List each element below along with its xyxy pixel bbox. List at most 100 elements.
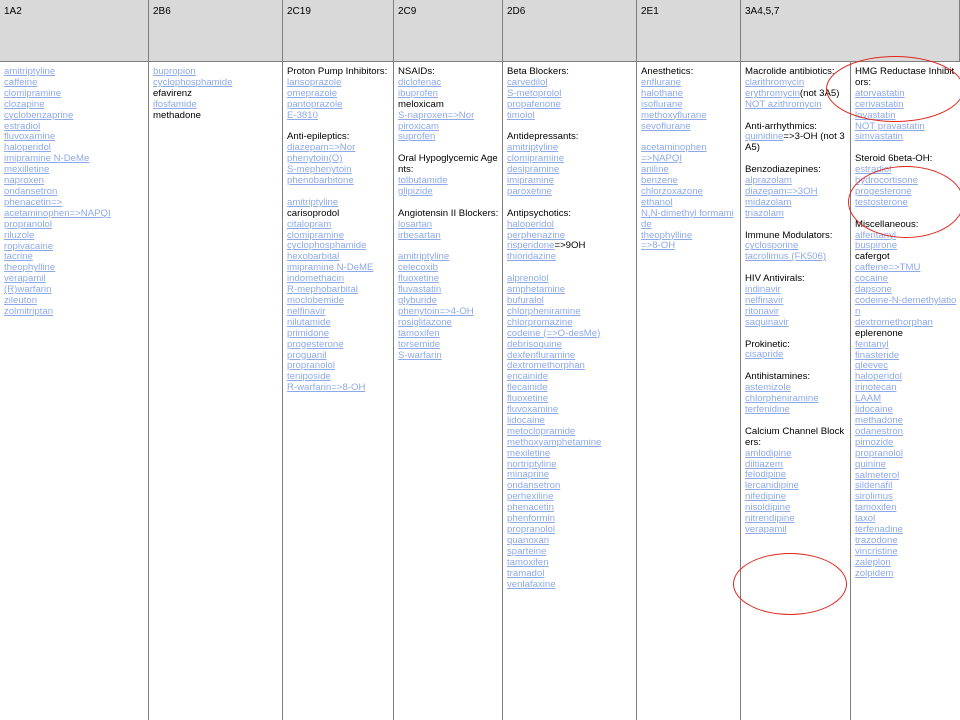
drug-link-text[interactable]: indinavir (745, 284, 781, 295)
drug-link-text[interactable]: phenformin (507, 513, 555, 524)
drug-link[interactable]: thioridazine (507, 251, 634, 263)
drug-link[interactable]: venlafaxine (507, 579, 634, 591)
drug-link-text[interactable]: (R)warfarin (4, 284, 51, 295)
drug-link-text[interactable]: sevoflurane (641, 121, 691, 132)
drug-link-text[interactable]: haloperidol (507, 219, 554, 230)
drug-link-text[interactable]: quinidine (745, 131, 783, 142)
drug-link-text[interactable]: ondansetron (4, 186, 57, 197)
drug-link-text[interactable]: N,N-dimethyl formamide (641, 208, 734, 230)
drug-link-text[interactable]: lidocaine (507, 415, 545, 426)
drug-link-text[interactable]: amitriptyline (287, 197, 338, 208)
drug-link-text[interactable]: chlorpromazine (507, 317, 573, 328)
drug-link-text[interactable]: dexfenfluramine (507, 350, 575, 361)
drug-link-text[interactable]: felodipine (745, 469, 786, 480)
drug-link-text[interactable]: propranolol (507, 524, 555, 535)
drug-link[interactable]: simvastatin (855, 131, 958, 143)
drug-link-text[interactable]: moclobemide (287, 295, 344, 306)
drug-link[interactable]: suprofen (398, 131, 500, 143)
drug-link[interactable]: triazolam (745, 208, 848, 220)
drug-link-text[interactable]: verapamil (745, 524, 787, 535)
drug-link-text[interactable]: clomipramine (4, 88, 61, 99)
drug-link-text[interactable]: S-metoprolol (507, 88, 561, 99)
drug-link-text[interactable]: fluvoxamine (507, 404, 558, 415)
drug-link-text[interactable]: amitriptyline (398, 251, 449, 262)
drug-link[interactable]: tacrolimus (FK506) (745, 251, 848, 263)
drug-link-text[interactable]: glyburide (398, 295, 437, 306)
drug-link[interactable]: zolpidem (855, 568, 958, 580)
drug-link-text[interactable]: NOT azithromycin (745, 99, 822, 110)
drug-link-text[interactable]: dextromethorphan (855, 317, 933, 328)
drug-link-text[interactable]: irbesartan (398, 230, 441, 241)
drug-link[interactable]: paroxetine (507, 186, 634, 198)
drug-link-text[interactable]: tacrine (4, 251, 33, 262)
drug-link-text[interactable]: codeine-N-demethylation (855, 295, 956, 317)
drug-link-text[interactable]: codeine (=>O-desMe) (507, 328, 600, 339)
drug-link-text[interactable]: imipramine N-DeME (287, 262, 373, 273)
drug-link-text[interactable]: NOT pravastatin (855, 121, 925, 132)
drug-link-text[interactable]: haloperidol (4, 142, 51, 153)
drug-link-text[interactable]: methoxyamphetamine (507, 437, 601, 448)
drug-link-text[interactable]: amitriptyline (4, 66, 55, 77)
drug-link-text[interactable]: simvastatin (855, 131, 903, 142)
drug-link-text[interactable]: tamoxifen (855, 502, 897, 513)
drug-link[interactable]: sevoflurane (641, 121, 738, 133)
drug-link-text[interactable]: vincristine (855, 546, 898, 557)
drug-link-text[interactable]: gleevec (855, 360, 888, 371)
drug-link-text[interactable]: ropivacaine (4, 241, 53, 252)
drug-link-text[interactable]: risperidone (507, 240, 554, 252)
drug-link-text[interactable]: erythromycin (745, 88, 800, 99)
drug-link-text[interactable]: proguanil (287, 350, 326, 361)
drug-link-text[interactable]: midazolam (745, 197, 791, 208)
drug-link-text[interactable]: citalopram (287, 219, 331, 230)
drug-link-text[interactable]: bufuralol (507, 295, 544, 306)
drug-link-text[interactable]: desipramine (507, 164, 559, 175)
drug-link-text[interactable]: alprazolam (745, 175, 792, 186)
drug-link-text[interactable]: verapamil (4, 273, 46, 284)
drug-link-text[interactable]: omeprazole (287, 88, 337, 99)
drug-link-text[interactable]: R-mephobarbital (287, 284, 358, 295)
drug-link-text[interactable]: quinine (855, 459, 886, 470)
drug-link[interactable]: R-warfarin=>8-OH (287, 382, 391, 394)
drug-link-text[interactable]: propranolol (287, 360, 335, 371)
drug-link-text[interactable]: bupropion (153, 66, 196, 77)
drug-link-text[interactable]: sparteine (507, 546, 546, 557)
drug-link[interactable]: S-warfarin (398, 350, 500, 362)
drug-link-text[interactable]: clomipramine (507, 153, 564, 164)
drug-link-text[interactable]: amlodipine (745, 448, 791, 459)
drug-link[interactable]: timolol (507, 110, 634, 122)
drug-link-text[interactable]: ibuprofen (398, 88, 438, 99)
drug-link-text[interactable]: S-naproxen=>Nor (398, 110, 474, 121)
drug-link-text[interactable]: carvedilol (507, 77, 548, 88)
drug-link-text[interactable]: metoclopramide (507, 426, 575, 437)
drug-link-text[interactable]: clomipramine (287, 230, 344, 241)
drug-link-text[interactable]: clarithromycin (745, 77, 804, 88)
drug-link-text[interactable]: phenacetin (507, 502, 554, 513)
drug-link-text[interactable]: primidone (287, 328, 329, 339)
drug-link-text[interactable]: dapsone (855, 284, 892, 295)
drug-link-text[interactable]: =>8-OH (641, 240, 675, 252)
drug-link[interactable]: cisapride (745, 350, 848, 361)
drug-link-text[interactable]: diazepam=>3OH (745, 186, 818, 197)
drug-link-text[interactable]: cyclobenzaprine (4, 110, 73, 121)
drug-link-text[interactable]: E-3810 (287, 110, 318, 121)
drug-link-text[interactable]: finasteride (855, 350, 899, 361)
drug-link-text[interactable]: methadone (855, 415, 903, 426)
drug-link-text[interactable]: piroxicam (398, 121, 439, 132)
drug-link-text[interactable]: propafenone (507, 99, 561, 110)
drug-link-text[interactable]: cocaine (855, 273, 888, 284)
drug-link-text[interactable]: pimozide (855, 437, 893, 448)
drug-link-text[interactable]: propranolol (855, 448, 903, 459)
drug-link-text[interactable]: isoflurane (641, 99, 683, 110)
drug-link-text[interactable]: fluvoxamine (4, 131, 55, 142)
drug-link-text[interactable]: =>NAPQI (641, 153, 682, 164)
drug-link-text[interactable]: hexobarbital (287, 251, 339, 262)
drug-link-text[interactable]: celecoxib (398, 262, 438, 273)
drug-link-text[interactable]: halothane (641, 88, 683, 99)
drug-link-text[interactable]: imipramine N-DeMe (4, 153, 89, 164)
drug-link-text[interactable]: theophylline (641, 230, 692, 241)
drug-link-text[interactable]: lansoprazole (287, 77, 341, 88)
drug-link[interactable]: quinidine=>3-OH (not 3A5) (745, 131, 848, 154)
drug-link-text[interactable]: theophylline (4, 262, 55, 273)
drug-link-text[interactable]: rosiglitazone (398, 317, 452, 328)
drug-link-text[interactable]: salmeterol (855, 470, 899, 481)
